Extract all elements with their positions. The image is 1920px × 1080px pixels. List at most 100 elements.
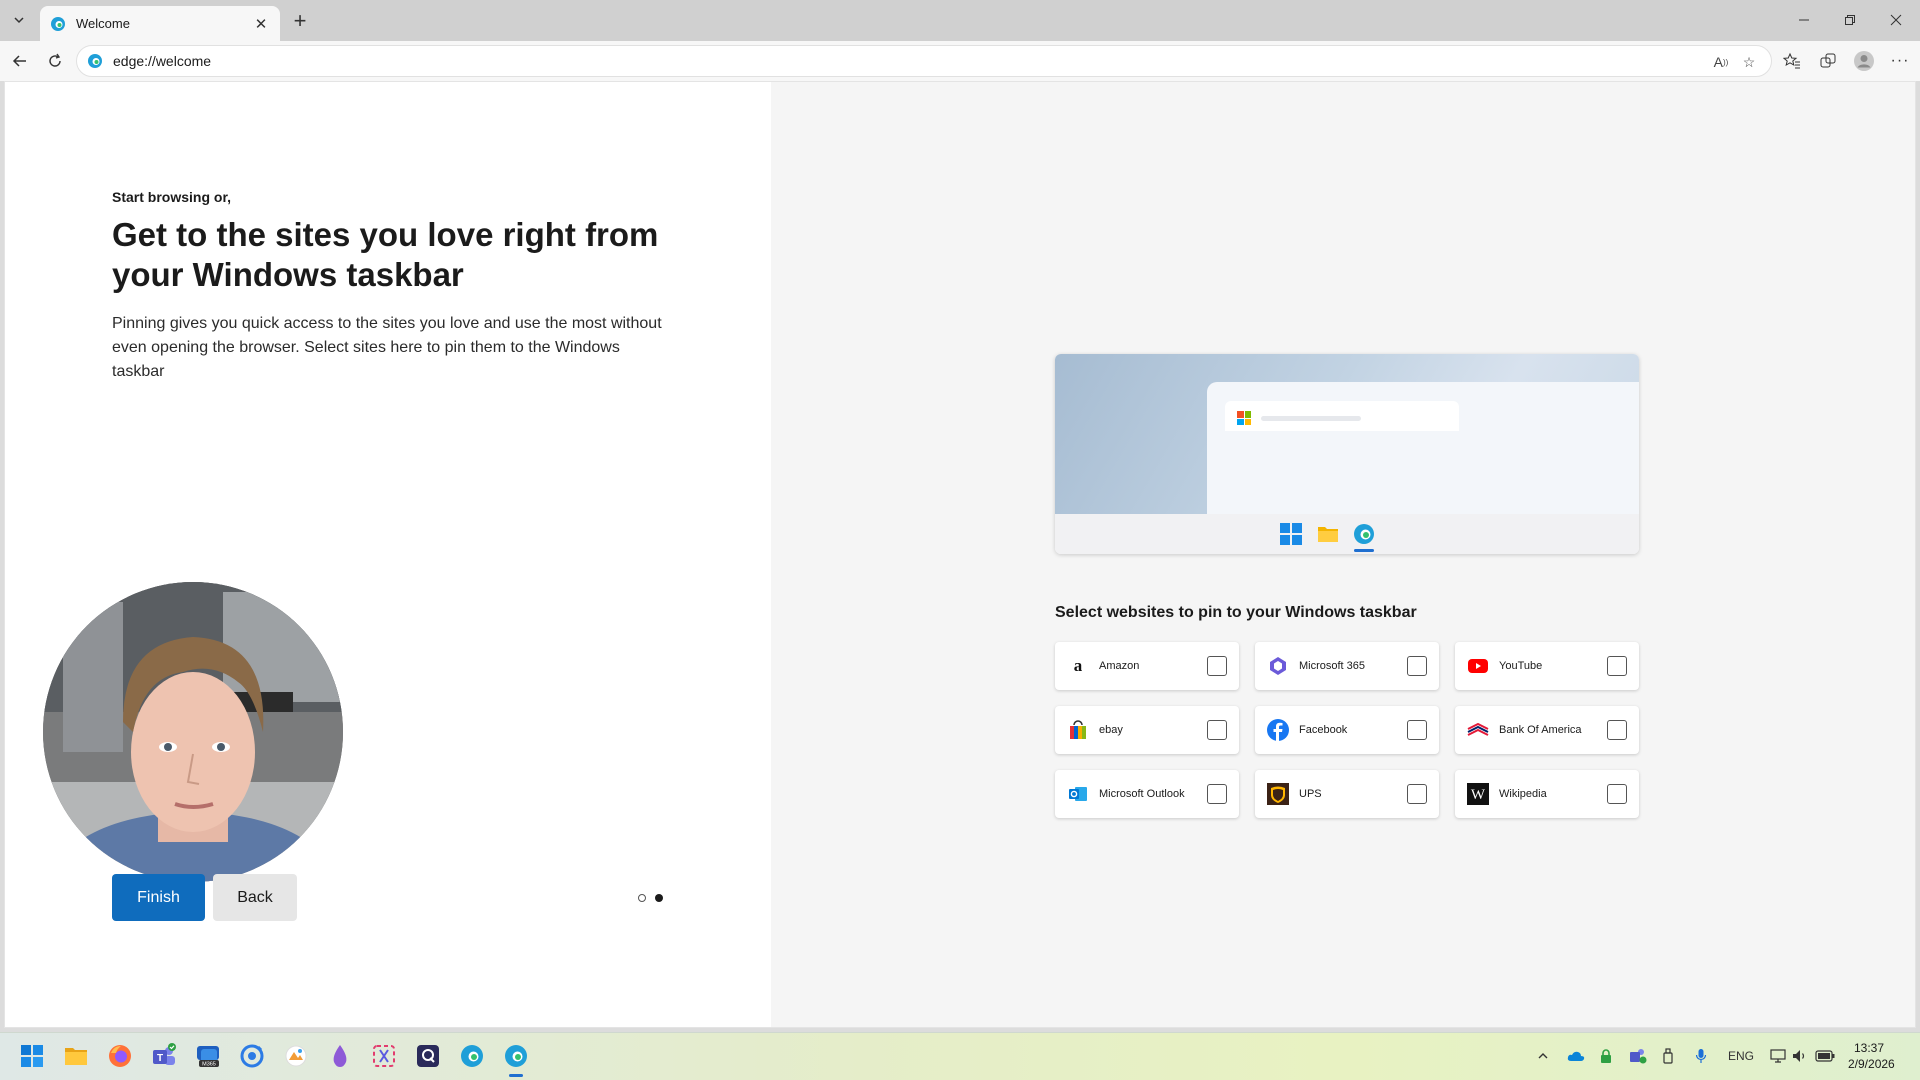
windows-start-icon	[21, 1045, 43, 1067]
teams-tray-icon[interactable]	[1628, 1046, 1648, 1066]
back-nav-button[interactable]	[6, 47, 34, 75]
refresh-button[interactable]	[41, 47, 69, 75]
site-card-youtube[interactable]: YouTube	[1455, 642, 1639, 690]
favorite-star-icon[interactable]: ☆	[1737, 50, 1761, 74]
collections-icon	[1820, 53, 1836, 68]
restore-button[interactable]	[1827, 0, 1873, 40]
site-card-outlook[interactable]: Microsoft Outlook	[1055, 770, 1239, 818]
copilot-icon	[240, 1044, 264, 1068]
finish-button[interactable]: Finish	[112, 874, 205, 921]
minimize-icon	[1799, 19, 1809, 21]
pin-checkbox[interactable]	[1207, 656, 1227, 676]
settings-more-button[interactable]: ···	[1886, 47, 1914, 75]
network-icon[interactable]	[1768, 1046, 1788, 1066]
new-tab-button[interactable]: +	[288, 8, 312, 33]
read-aloud-icon[interactable]: A))	[1709, 50, 1733, 74]
right-pane: Select websites to pin to your Windows t…	[771, 82, 1915, 1027]
site-label: Microsoft Outlook	[1099, 788, 1185, 800]
volume-icon[interactable]	[1790, 1046, 1810, 1066]
taskbar-purple-app[interactable]	[325, 1041, 355, 1071]
taskbar-snipping-tool[interactable]	[369, 1041, 399, 1071]
tray-overflow-chevron-icon[interactable]	[1535, 1046, 1551, 1066]
site-card-amazon[interactable]: a Amazon	[1055, 642, 1239, 690]
page-indicator-dot-2-active[interactable]	[655, 894, 663, 902]
more-dots-icon: ···	[1890, 52, 1910, 69]
site-card-ups[interactable]: UPS	[1255, 770, 1439, 818]
tab-strip: Welcome ✕ +	[0, 0, 1920, 41]
site-card-facebook[interactable]: Facebook	[1255, 706, 1439, 754]
svg-text:T: T	[157, 1053, 163, 1064]
site-card-bankofamerica[interactable]: Bank Of America	[1455, 706, 1639, 754]
pin-checkbox[interactable]	[1207, 720, 1227, 740]
bankofamerica-icon	[1467, 719, 1489, 741]
restore-icon	[1845, 15, 1855, 25]
file-explorer-icon	[1318, 527, 1338, 542]
pin-checkbox[interactable]	[1607, 656, 1627, 676]
taskbar-m365[interactable]: M365	[193, 1041, 223, 1071]
collections-button[interactable]	[1814, 47, 1842, 75]
tab-actions-menu-button[interactable]	[6, 7, 32, 33]
welcome-page: Start browsing or, Get to the sites you …	[4, 81, 1916, 1028]
tab-welcome[interactable]: Welcome ✕	[40, 6, 280, 41]
pin-checkbox[interactable]	[1407, 656, 1427, 676]
back-button[interactable]: Back	[213, 874, 297, 921]
edge-icon	[461, 1045, 483, 1067]
svg-text:M365: M365	[202, 1062, 216, 1068]
site-label: Microsoft 365	[1299, 660, 1366, 672]
edge-icon	[1354, 524, 1374, 544]
pin-checkbox[interactable]	[1207, 784, 1227, 804]
tab-title: Welcome	[76, 16, 130, 31]
favorites-button[interactable]	[1778, 47, 1806, 75]
taskbar-qr-app[interactable]	[413, 1041, 443, 1071]
pin-checkbox[interactable]	[1607, 784, 1627, 804]
pin-checkbox[interactable]	[1407, 720, 1427, 740]
taskbar-edge-1[interactable]	[457, 1041, 487, 1071]
favorites-icon	[1783, 52, 1800, 69]
minimize-button[interactable]	[1781, 0, 1827, 40]
site-card-wikipedia[interactable]: W Wikipedia	[1455, 770, 1639, 818]
clock-date[interactable]: 2/9/2026	[1848, 1057, 1895, 1071]
site-card-ebay[interactable]: ebay	[1055, 706, 1239, 754]
onedrive-icon[interactable]	[1566, 1046, 1586, 1066]
svg-text:W: W	[1471, 787, 1486, 803]
taskbar-file-explorer[interactable]	[61, 1041, 91, 1071]
arrow-left-icon	[12, 55, 26, 67]
taskbar-firefox[interactable]	[105, 1041, 135, 1071]
microphone-icon[interactable]	[1693, 1046, 1709, 1066]
start-button[interactable]	[17, 1041, 47, 1071]
site-label: Amazon	[1099, 660, 1140, 672]
usb-device-icon[interactable]	[1660, 1046, 1676, 1066]
site-label: UPS	[1299, 788, 1322, 800]
refresh-icon	[49, 53, 61, 67]
taskbar-teams[interactable]: T	[149, 1041, 179, 1071]
taskbar-edge-2-active[interactable]	[501, 1041, 531, 1071]
address-bar[interactable]: edge://welcome A)) ☆	[76, 45, 1772, 77]
pin-checkbox[interactable]	[1607, 720, 1627, 740]
taskbar-copilot-app[interactable]	[237, 1041, 267, 1071]
edge-icon	[88, 54, 102, 68]
close-icon	[1890, 14, 1902, 26]
windows-start-icon	[1280, 523, 1302, 545]
webcam-person-image	[43, 582, 343, 882]
site-card-microsoft365[interactable]: Microsoft 365	[1255, 642, 1439, 690]
microsoft-logo-icon	[1237, 411, 1251, 425]
profile-button[interactable]	[1850, 47, 1878, 75]
taskbar-photos-app[interactable]	[281, 1041, 311, 1071]
firefox-icon	[109, 1045, 131, 1067]
microsoft365-icon	[1267, 655, 1289, 677]
page-title: Get to the sites you love right from you…	[112, 216, 659, 293]
close-window-button[interactable]	[1873, 0, 1919, 40]
pin-checkbox[interactable]	[1407, 784, 1427, 804]
clock-time[interactable]: 13:37	[1854, 1041, 1884, 1055]
profile-avatar-icon	[1854, 51, 1874, 71]
security-lock-icon[interactable]	[1598, 1046, 1614, 1066]
close-tab-icon[interactable]: ✕	[252, 15, 270, 33]
site-label: YouTube	[1499, 660, 1543, 672]
site-label: ebay	[1099, 724, 1123, 736]
language-indicator[interactable]: ENG	[1726, 1046, 1756, 1066]
purple-drop-icon	[333, 1045, 347, 1067]
battery-icon[interactable]	[1814, 1046, 1836, 1066]
file-explorer-icon	[65, 1048, 87, 1065]
m365-icon: M365	[197, 1046, 219, 1068]
page-indicator-dot-1[interactable]	[638, 894, 646, 902]
